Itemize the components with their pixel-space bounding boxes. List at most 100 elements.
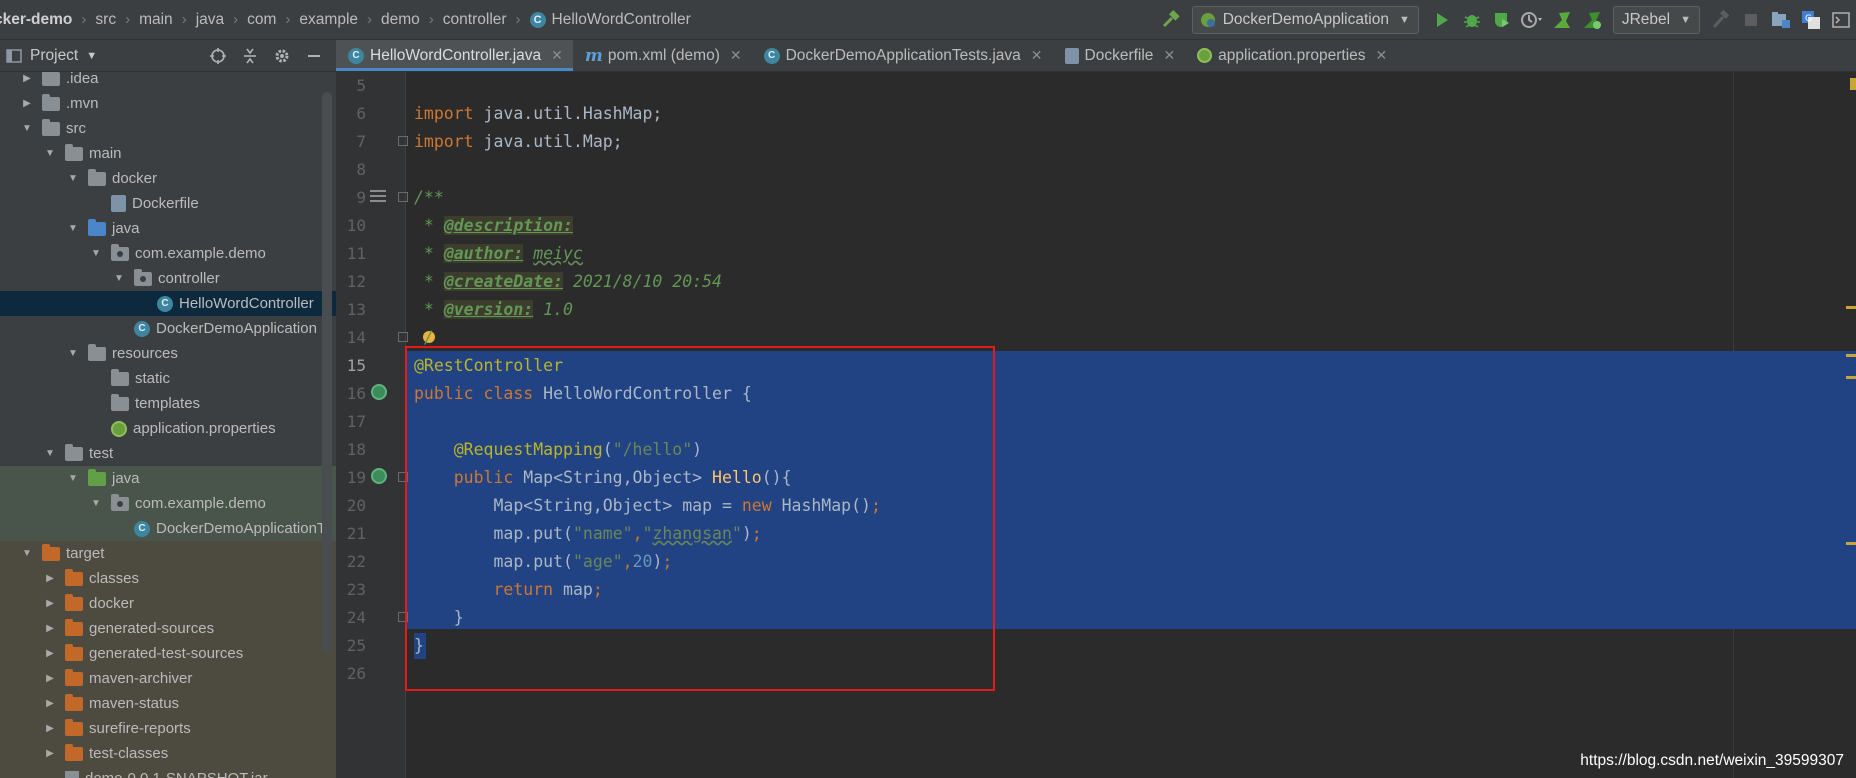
tree-item[interactable]: Dockerfile — [0, 191, 336, 216]
breadcrumb-com[interactable]: com — [247, 11, 276, 29]
spring-mapping-icon[interactable] — [371, 468, 387, 484]
project-tree-scrollbar[interactable] — [322, 92, 332, 652]
breadcrumb-main[interactable]: main — [139, 11, 173, 29]
close-icon[interactable]: ✕ — [1031, 47, 1043, 64]
tree-item[interactable]: ▶ surefire-reports — [0, 716, 336, 741]
project-structure-icon[interactable] — [1766, 5, 1796, 35]
tree-item[interactable]: ▼ main — [0, 141, 336, 166]
chevron-right-icon[interactable]: ▶ — [43, 748, 57, 759]
tree-item[interactable]: ▶ docker — [0, 591, 336, 616]
tree-item[interactable]: ▶ classes — [0, 566, 336, 591]
tree-item[interactable]: C HelloWordController — [0, 291, 336, 316]
build-hammer-icon[interactable] — [1156, 5, 1186, 35]
close-icon[interactable]: ✕ — [730, 47, 742, 64]
run-configuration-select[interactable]: DockerDemoApplication ▼ — [1191, 6, 1419, 34]
fold-marker-icon[interactable] — [398, 472, 408, 482]
run-icon[interactable] — [1427, 5, 1457, 35]
jrebel-select[interactable]: JRebel ▼ — [1612, 6, 1700, 34]
tree-item[interactable]: ▼ java — [0, 466, 336, 491]
chevron-right-icon[interactable]: ▶ — [20, 98, 34, 109]
tree-item[interactable]: ▼ src — [0, 116, 336, 141]
tree-item[interactable]: ▼ com.example.demo — [0, 241, 336, 266]
tab-hellowordcontroller-java[interactable]: C HelloWordController.java ✕ — [336, 40, 573, 71]
chevron-down-icon[interactable]: ▼ — [66, 473, 80, 484]
tree-item[interactable]: templates — [0, 391, 336, 416]
tab-dockerdemoapplicationtests-java[interactable]: C DockerDemoApplicationTests.java ✕ — [752, 40, 1053, 71]
javadoc-render-icon[interactable] — [370, 190, 386, 202]
tree-item[interactable]: ▶ generated-sources — [0, 616, 336, 641]
chevron-down-icon[interactable]: ▼ — [66, 348, 80, 359]
hammer-disabled-icon[interactable] — [1706, 5, 1736, 35]
jrebel-run-icon[interactable] — [1547, 5, 1577, 35]
error-stripe-mark[interactable] — [1846, 376, 1856, 379]
tree-item[interactable]: demo-0.0.1-SNAPSHOT.jar — [0, 766, 336, 778]
fold-marker-icon[interactable] — [398, 612, 408, 622]
chevron-right-icon[interactable]: ▶ — [43, 623, 57, 634]
error-stripe-mark[interactable] — [1846, 542, 1856, 545]
fold-marker-icon[interactable] — [398, 192, 408, 202]
chevron-right-icon[interactable]: ▶ — [43, 673, 57, 684]
breadcrumb-src[interactable]: src — [95, 11, 116, 29]
locate-target-icon[interactable] — [202, 41, 234, 71]
chevron-right-icon[interactable]: ▶ — [43, 573, 57, 584]
breadcrumb-example[interactable]: example — [299, 11, 358, 29]
chevron-right-icon[interactable]: ▶ — [43, 723, 57, 734]
fold-marker-icon[interactable] — [398, 136, 408, 146]
tree-item[interactable]: ▶ test-classes — [0, 741, 336, 766]
chevron-right-icon[interactable]: ▶ — [43, 598, 57, 609]
chevron-down-icon[interactable]: ▼ — [20, 548, 34, 559]
fold-marker-icon[interactable] — [398, 332, 408, 342]
chevron-right-icon[interactable]: ▶ — [43, 698, 57, 709]
profiler-icon[interactable] — [1517, 5, 1547, 35]
tree-item[interactable]: ▶ maven-archiver — [0, 666, 336, 691]
breadcrumb-demo[interactable]: demo — [381, 11, 420, 29]
tab-dockerfile[interactable]: Dockerfile ✕ — [1053, 40, 1186, 71]
error-stripe-mark[interactable] — [1846, 306, 1856, 309]
tree-item[interactable]: ▶ .idea — [0, 72, 336, 91]
chevron-right-icon[interactable]: ▶ — [43, 648, 57, 659]
tree-item[interactable]: ▶ maven-status — [0, 691, 336, 716]
project-view-selector[interactable]: Project ▼ — [6, 47, 97, 65]
breadcrumb-project[interactable]: cker-demo — [0, 11, 72, 29]
collapse-all-icon[interactable] — [234, 41, 266, 71]
chevron-down-icon[interactable]: ▼ — [112, 273, 126, 284]
tree-item[interactable]: ▼ target — [0, 541, 336, 566]
chevron-down-icon[interactable]: ▼ — [89, 248, 103, 259]
close-icon[interactable]: ✕ — [551, 47, 563, 64]
tree-item[interactable]: application.properties — [0, 416, 336, 441]
jrebel-debug-icon[interactable] — [1577, 5, 1607, 35]
chevron-down-icon[interactable]: ▼ — [43, 148, 57, 159]
tree-item[interactable]: ▶ generated-test-sources — [0, 641, 336, 666]
chevron-down-icon[interactable]: ▼ — [66, 223, 80, 234]
tree-item[interactable]: static — [0, 366, 336, 391]
hide-panel-icon[interactable] — [298, 41, 330, 71]
breadcrumb-java[interactable]: java — [196, 11, 224, 29]
debug-icon[interactable] — [1457, 5, 1487, 35]
spring-bean-icon[interactable] — [371, 384, 387, 400]
tree-item[interactable]: ▼ test — [0, 441, 336, 466]
breadcrumb-class[interactable]: C HelloWordController — [529, 11, 691, 29]
inspection-status-icon[interactable] — [1850, 78, 1856, 90]
tree-item[interactable]: ▼ com.example.demo — [0, 491, 336, 516]
stop-icon[interactable] — [1736, 5, 1766, 35]
terminal-icon[interactable] — [1826, 5, 1856, 35]
chevron-down-icon[interactable]: ▼ — [43, 448, 57, 459]
tree-item[interactable]: ▶ .mvn — [0, 91, 336, 116]
gear-icon[interactable] — [266, 41, 298, 71]
error-stripe-mark[interactable] — [1846, 354, 1856, 357]
tree-item[interactable]: ▼ resources — [0, 341, 336, 366]
tab-application-properties[interactable]: application.properties ✕ — [1185, 40, 1397, 71]
tree-item[interactable]: ▼ docker — [0, 166, 336, 191]
chevron-right-icon[interactable]: ▶ — [20, 73, 34, 84]
chevron-down-icon[interactable]: ▼ — [89, 498, 103, 509]
coverage-icon[interactable] — [1487, 5, 1517, 35]
tree-item[interactable]: C DockerDemoApplicationT — [0, 516, 336, 541]
breadcrumb-controller[interactable]: controller — [443, 11, 507, 29]
tree-item[interactable]: ▼ java — [0, 216, 336, 241]
tab-pom-xml[interactable]: m pom.xml (demo) ✕ — [573, 40, 752, 71]
chevron-down-icon[interactable]: ▼ — [66, 173, 80, 184]
tree-item[interactable]: ▼ controller — [0, 266, 336, 291]
tree-item[interactable]: C DockerDemoApplication — [0, 316, 336, 341]
close-icon[interactable]: ✕ — [1376, 47, 1388, 64]
translate-icon[interactable]: G — [1796, 5, 1826, 35]
